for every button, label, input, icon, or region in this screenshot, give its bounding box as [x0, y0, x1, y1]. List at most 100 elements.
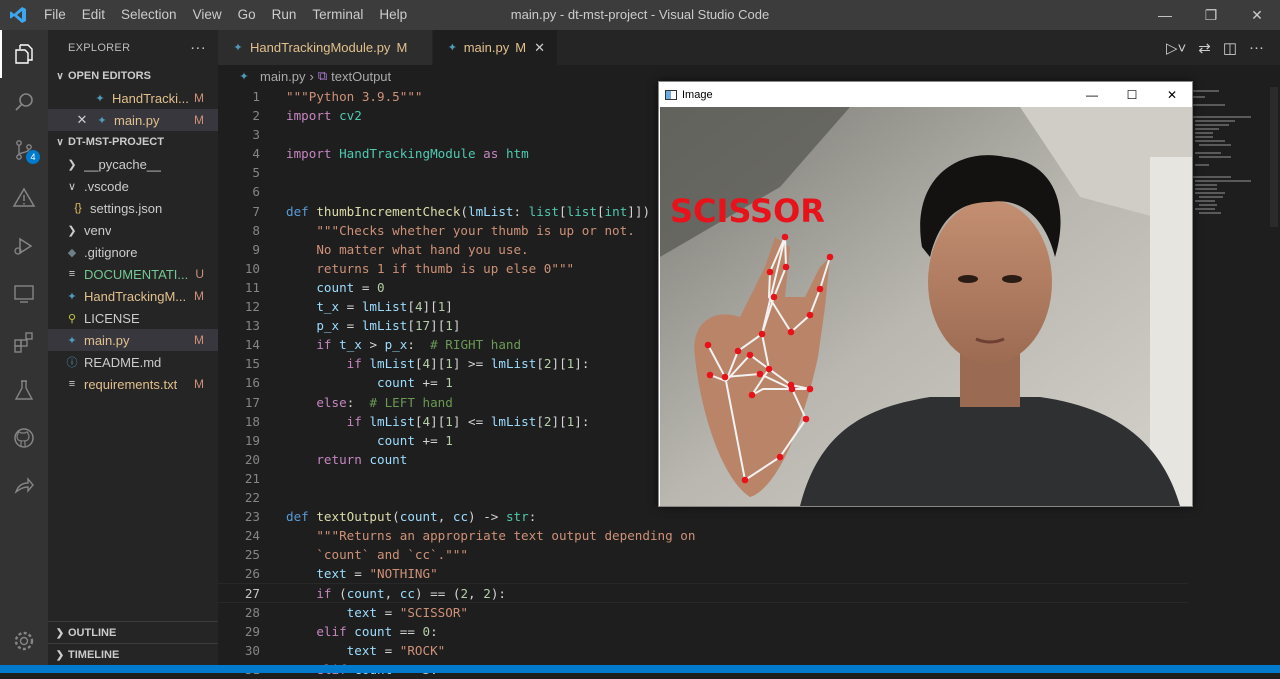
- code-line[interactable]: 29 elif count == 0:: [218, 622, 1188, 641]
- code-text: elif count == 0:: [316, 623, 438, 639]
- open-editor-item[interactable]: ✦ HandTracki... M: [48, 87, 218, 109]
- line-number: 1: [252, 89, 260, 104]
- close-window-button[interactable]: ✕: [1234, 0, 1280, 30]
- close-editor-icon[interactable]: ✕: [74, 112, 90, 128]
- live-share-icon[interactable]: [0, 462, 48, 510]
- window-app-icon: [665, 89, 677, 100]
- image-maximize-button[interactable]: ☐: [1112, 88, 1152, 102]
- status-bar: [0, 665, 1280, 673]
- menu-view[interactable]: View: [185, 0, 230, 30]
- tab-main-py[interactable]: ✦ main.py M ✕: [433, 30, 558, 65]
- line-number: 13: [244, 318, 260, 334]
- chevron-down-icon: ∨: [56, 70, 64, 82]
- line-number: 4: [252, 146, 260, 162]
- chevron-down-icon: ∨: [56, 136, 64, 148]
- code-text: text = "SCISSOR": [346, 604, 469, 620]
- line-number: 3: [252, 127, 260, 143]
- close-tab-icon[interactable]: ✕: [534, 40, 545, 56]
- compare-changes-icon[interactable]: ⇄: [1198, 39, 1211, 57]
- file-item[interactable]: {} settings.json: [48, 197, 218, 219]
- code-line[interactable]: 26 text = "NOTHING": [218, 564, 1188, 583]
- opencv-image-window[interactable]: Image — ☐ ✕ SCISSOR: [658, 81, 1193, 507]
- file-item[interactable]: ≡ DOCUMENTATI... U: [48, 263, 218, 285]
- file-item[interactable]: ⓘ README.md: [48, 351, 218, 373]
- code-line[interactable]: 25 `count` and `cc`.""": [218, 545, 1188, 564]
- menu-bar: File Edit Selection View Go Run Terminal…: [36, 0, 415, 30]
- file-item[interactable]: ⚲ LICENSE: [48, 307, 218, 329]
- restore-button[interactable]: ❐: [1188, 0, 1234, 30]
- split-editor-icon[interactable]: ◫: [1223, 39, 1237, 57]
- code-text: def textOutput(count, cc) -> str:: [286, 509, 537, 525]
- line-number: 5: [252, 165, 260, 181]
- folder-item[interactable]: ❯ __pycache__: [48, 153, 218, 175]
- more-actions-icon[interactable]: ···: [190, 39, 206, 56]
- chevron-right-icon: ❯: [55, 627, 65, 639]
- line-number: 9: [252, 241, 260, 257]
- testing-flask-icon[interactable]: [0, 366, 48, 414]
- code-text: """Returns an appropriate text output de…: [316, 528, 696, 544]
- code-text: else: # LEFT hand: [316, 394, 453, 410]
- minimize-button[interactable]: —: [1142, 0, 1188, 30]
- source-control-icon[interactable]: 4: [0, 126, 48, 174]
- problems-icon[interactable]: [0, 174, 48, 222]
- breadcrumb-file[interactable]: main.py: [260, 69, 306, 84]
- explorer-sidebar: EXPLORER ··· ∨ OPEN EDITORS ✦ HandTracki…: [48, 30, 218, 665]
- open-editor-item[interactable]: ✕ ✦ main.py M: [48, 109, 218, 131]
- open-editors-section[interactable]: ∨ OPEN EDITORS: [48, 65, 218, 87]
- search-icon[interactable]: [0, 78, 48, 126]
- file-item[interactable]: ✦ main.py M: [48, 329, 218, 351]
- code-line[interactable]: 28 text = "SCISSOR": [218, 603, 1188, 622]
- breadcrumb-symbol[interactable]: textOutput: [331, 69, 391, 84]
- settings-gear-icon[interactable]: [0, 617, 48, 665]
- github-icon[interactable]: [0, 414, 48, 462]
- menu-help[interactable]: Help: [371, 0, 415, 30]
- code-text: if lmList[4][1] >= lmList[2][1]:: [346, 356, 590, 372]
- line-number: 20: [244, 451, 260, 467]
- code-line[interactable]: 27 if (count, cc) == (2, 2):: [218, 583, 1188, 603]
- code-text: def thumbIncrementCheck(lmList: list[lis…: [286, 203, 711, 219]
- remote-explorer-icon[interactable]: [0, 270, 48, 318]
- line-number: 14: [244, 337, 260, 353]
- extensions-icon[interactable]: [0, 318, 48, 366]
- code-text: return count: [316, 451, 408, 467]
- minimap[interactable]: [1188, 87, 1280, 227]
- timeline-section[interactable]: ❯ TIMELINE: [48, 643, 218, 666]
- file-item[interactable]: ✦ HandTrackingM... M: [48, 285, 218, 307]
- file-item[interactable]: ≡ requirements.txt M: [48, 373, 218, 395]
- code-text: count += 1: [377, 375, 453, 391]
- menu-run[interactable]: Run: [264, 0, 305, 30]
- code-text: """Checks whether your thumb is up or no…: [316, 222, 635, 238]
- code-line[interactable]: 24 """Returns an appropriate text output…: [218, 526, 1188, 545]
- code-text: count += 1: [377, 432, 453, 448]
- outline-section[interactable]: ❯ OUTLINE: [48, 621, 218, 644]
- python-file-icon: ✦: [447, 42, 457, 54]
- scm-badge: 4: [26, 150, 40, 164]
- folder-item[interactable]: ❯ venv: [48, 219, 218, 241]
- git-file-icon: ◆: [67, 246, 77, 259]
- project-section[interactable]: ∨ DT-MST-PROJECT: [48, 131, 218, 153]
- image-window-titlebar[interactable]: Image — ☐ ✕: [659, 82, 1192, 107]
- python-file-icon: ✦: [97, 114, 107, 127]
- menu-selection[interactable]: Selection: [113, 0, 185, 30]
- explorer-icon[interactable]: [0, 30, 48, 78]
- image-close-button[interactable]: ✕: [1152, 88, 1192, 102]
- menu-file[interactable]: File: [36, 0, 74, 30]
- python-file-icon: ✦: [95, 92, 105, 105]
- code-line[interactable]: 23 def textOutput(count, cc) -> str:: [218, 507, 1188, 526]
- run-debug-icon[interactable]: [0, 222, 48, 270]
- menu-go[interactable]: Go: [230, 0, 264, 30]
- run-file-icon[interactable]: ▷˅: [1166, 39, 1186, 57]
- code-line[interactable]: 30 text = "ROCK": [218, 641, 1188, 660]
- code-text: count = 0: [316, 279, 385, 295]
- menu-edit[interactable]: Edit: [74, 0, 113, 30]
- more-actions-icon[interactable]: ···: [1249, 39, 1264, 56]
- folder-item[interactable]: ∨ .vscode: [48, 175, 218, 197]
- image-minimize-button[interactable]: —: [1072, 88, 1112, 102]
- tab-handtrackingmodule[interactable]: ✦ HandTrackingModule.py M: [218, 30, 433, 65]
- gesture-label: SCISSOR: [670, 192, 825, 230]
- code-text: if (count, cc) == (2, 2):: [316, 586, 506, 602]
- menu-terminal[interactable]: Terminal: [304, 0, 371, 30]
- line-number: 16: [244, 375, 260, 391]
- file-item[interactable]: ◆ .gitignore: [48, 241, 218, 263]
- code-text: p_x = lmList[17][1]: [316, 318, 461, 334]
